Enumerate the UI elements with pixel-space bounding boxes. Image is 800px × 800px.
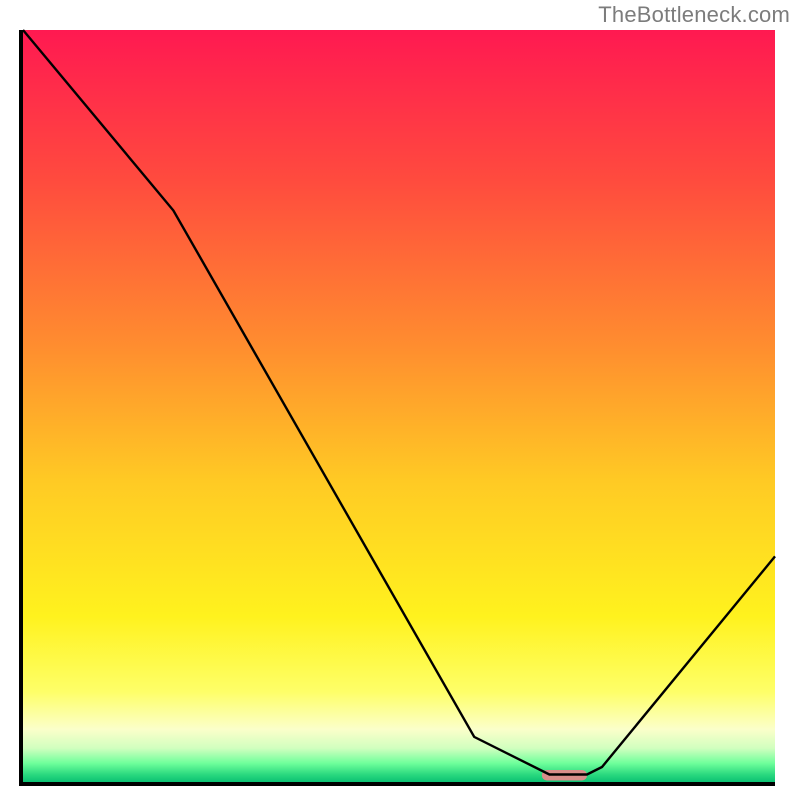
axis-left bbox=[19, 30, 23, 786]
watermark-text: TheBottleneck.com bbox=[598, 2, 790, 28]
bottleneck-chart bbox=[0, 0, 800, 800]
axis-bottom bbox=[19, 782, 775, 786]
plot-background bbox=[23, 30, 775, 782]
chart-container: TheBottleneck.com bbox=[0, 0, 800, 800]
